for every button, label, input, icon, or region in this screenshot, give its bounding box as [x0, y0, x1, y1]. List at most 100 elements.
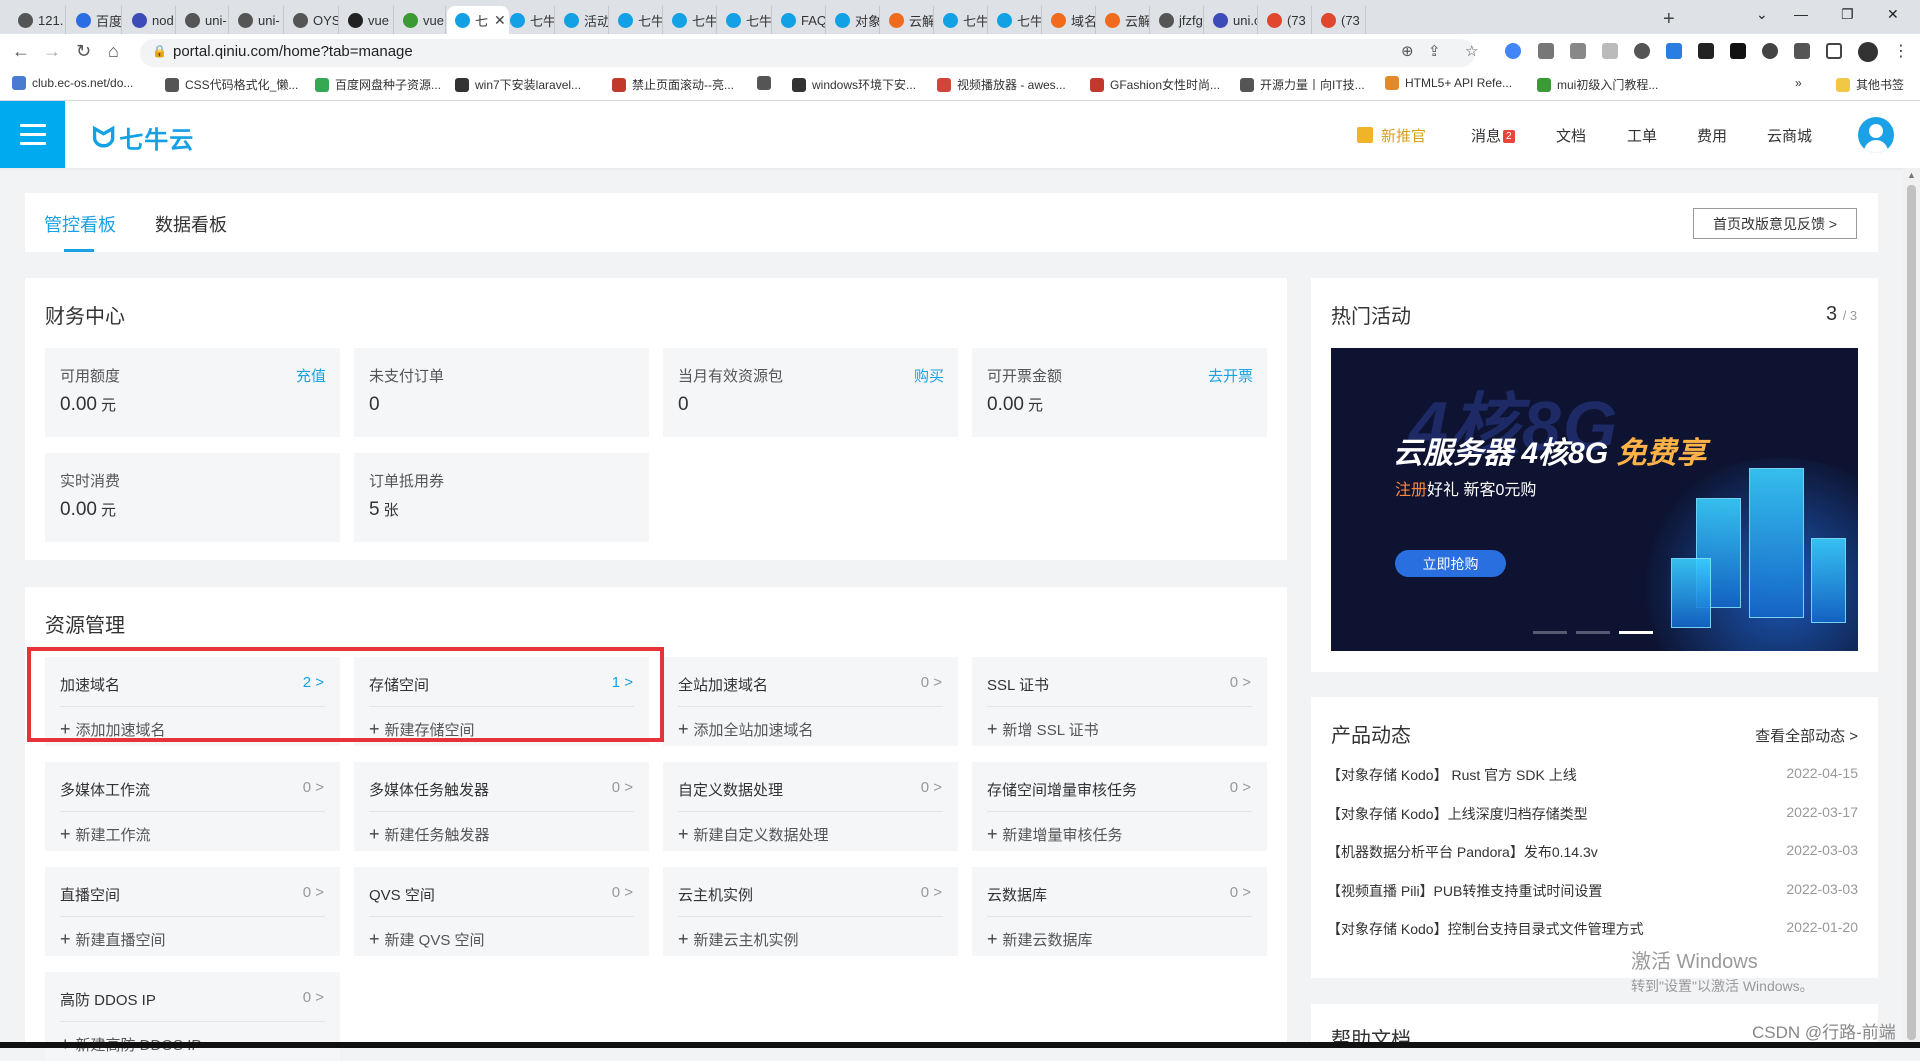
lock-icon[interactable]: 🔒 — [152, 44, 167, 58]
resource-title[interactable]: 多媒体工作流 — [60, 779, 150, 800]
finance-item-link[interactable]: 去开票 — [1208, 365, 1253, 386]
news-item-title[interactable]: 【机器数据分析平台 Pandora】发布0.14.3v — [1327, 842, 1598, 862]
resource-count-link[interactable]: 0 > — [1230, 884, 1251, 901]
browser-tab[interactable]: 七牛 — [989, 6, 1042, 34]
browser-tab[interactable]: 活动 — [556, 6, 609, 34]
profile-icon[interactable] — [1858, 42, 1878, 62]
resource-title[interactable]: 自定义数据处理 — [678, 779, 783, 800]
browser-tab[interactable]: 七牛 — [610, 6, 663, 34]
bookmark-item[interactable]: HTML5+ API Refe... — [1385, 76, 1512, 90]
browser-tab[interactable]: vue — [340, 6, 394, 34]
nav-promoter[interactable]: 新推官 — [1357, 125, 1426, 146]
resource-add-link[interactable]: + 新增 SSL 证书 — [987, 719, 1099, 740]
nav-billing[interactable]: 费用 — [1697, 125, 1727, 146]
browser-tab[interactable]: 121. — [10, 6, 66, 34]
resource-tile[interactable]: 多媒体工作流 0 > + 新建工作流 — [45, 762, 340, 851]
finance-item-link[interactable]: 购买 — [914, 365, 944, 386]
resource-tile[interactable]: 自定义数据处理 0 > + 新建自定义数据处理 — [663, 762, 958, 851]
back-icon[interactable]: ← — [12, 41, 30, 62]
finance-item-link[interactable]: 充值 — [296, 365, 326, 386]
bookmark-item[interactable]: 百度网盘种子资源... — [315, 76, 441, 93]
resource-count-link[interactable]: 0 > — [303, 884, 324, 901]
resource-title[interactable]: 云主机实例 — [678, 884, 753, 905]
resource-tile[interactable]: 存储空间 1 > + 新建存储空间 — [354, 657, 649, 746]
resource-add-link[interactable]: + 新建云主机实例 — [678, 929, 799, 950]
bookmark-item[interactable]: GFashion女性时尚... — [1090, 76, 1220, 93]
resource-title[interactable]: 存储空间 — [369, 674, 429, 695]
tab-search-icon[interactable]: ⌄ — [1756, 6, 1768, 23]
reload-icon[interactable]: ↻ — [76, 41, 91, 62]
resource-add-link[interactable]: + 新建直播空间 — [60, 929, 166, 950]
resource-tile[interactable]: 直播空间 0 > + 新建直播空间 — [45, 867, 340, 956]
browser-tab[interactable]: 百度 — [68, 6, 122, 34]
other-bookmarks[interactable]: 其他书签 — [1836, 76, 1904, 93]
tab-control-dashboard[interactable]: 管控看板 — [44, 211, 116, 237]
news-item[interactable]: 【视频直播 Pili】PUB转推支持重试时间设置 2022-03-03 — [1327, 881, 1858, 903]
news-item-title[interactable]: 【对象存储 Kodo】控制台支持目录式文件管理方式 — [1327, 919, 1644, 939]
resource-count-link[interactable]: 2 > — [303, 674, 324, 691]
zoom-icon[interactable]: ⊕ — [1401, 42, 1414, 60]
resource-tile[interactable]: SSL 证书 0 > + 新增 SSL 证书 — [972, 657, 1267, 746]
browser-tab[interactable]: 七牛 — [502, 6, 555, 34]
address-url[interactable]: portal.qiniu.com/home?tab=manage — [173, 43, 413, 60]
bookmark-item[interactable]: 视频播放器 - awes... — [937, 76, 1066, 93]
resource-add-link[interactable]: + 添加全站加速域名 — [678, 719, 814, 740]
resource-add-link[interactable]: + 添加加速域名 — [60, 719, 166, 740]
new-tab-button[interactable]: + — [1663, 8, 1675, 31]
extension-icon[interactable] — [1698, 43, 1714, 59]
browser-tab[interactable]: uni- — [230, 6, 284, 34]
browser-tab[interactable]: OYS — [285, 6, 339, 34]
resource-tile[interactable]: QVS 空间 0 > + 新建 QVS 空间 — [354, 867, 649, 956]
browser-tab-active[interactable]: 七 ✕ — [447, 6, 509, 34]
browser-tab[interactable]: (73 — [1313, 6, 1366, 34]
carousel-dot-active[interactable] — [1619, 631, 1653, 634]
browser-tab[interactable]: 云解 — [1097, 6, 1150, 34]
scrollbar-thumb[interactable] — [1907, 185, 1916, 1040]
resource-tile[interactable]: 云主机实例 0 > + 新建云主机实例 — [663, 867, 958, 956]
bookmark-item[interactable]: 开源力量丨向IT技... — [1240, 76, 1365, 93]
nav-messages[interactable]: 消息 2 — [1471, 125, 1515, 146]
extension-icon[interactable] — [1762, 43, 1778, 59]
resource-add-link[interactable]: + 新建工作流 — [60, 824, 151, 845]
browser-tab[interactable]: 七牛 — [664, 6, 717, 34]
resource-count-link[interactable]: 0 > — [612, 884, 633, 901]
extensions-puzzle-icon[interactable] — [1794, 43, 1810, 59]
browser-tab[interactable]: uni- — [177, 6, 229, 34]
resource-add-link[interactable]: + 新建增量审核任务 — [987, 824, 1123, 845]
resource-title[interactable]: 加速域名 — [60, 674, 120, 695]
bookmark-item[interactable]: CSS代码格式化_懒... — [165, 76, 298, 93]
home-icon[interactable]: ⌂ — [108, 41, 119, 62]
feedback-button[interactable]: 首页改版意见反馈 > — [1693, 208, 1857, 239]
resource-title[interactable]: 云数据库 — [987, 884, 1047, 905]
resource-add-link[interactable]: + 新建云数据库 — [987, 929, 1093, 950]
resource-title[interactable]: 直播空间 — [60, 884, 120, 905]
promo-banner[interactable]: 4核8G 云服务器 4核8G 免费享 注册好礼 新客0元购 立即抢购 — [1331, 348, 1858, 651]
resource-tile[interactable]: 全站加速域名 0 > + 添加全站加速域名 — [663, 657, 958, 746]
browser-tab[interactable]: 云解 — [881, 6, 934, 34]
close-window-icon[interactable]: ✕ — [1887, 6, 1899, 23]
extension-icon[interactable] — [1602, 43, 1618, 59]
extension-icon[interactable] — [1730, 43, 1746, 59]
bookmarks-more[interactable]: » — [1795, 76, 1802, 90]
extension-icon[interactable] — [1634, 43, 1650, 59]
carousel-dot[interactable] — [1576, 631, 1610, 634]
resource-add-link[interactable]: + 新建 QVS 空间 — [369, 929, 485, 950]
browser-tab[interactable]: FAQ — [773, 6, 826, 34]
extension-icon[interactable] — [1570, 43, 1586, 59]
resource-count-link[interactable]: 0 > — [921, 779, 942, 796]
browser-tab[interactable]: (73 — [1259, 6, 1312, 34]
news-item[interactable]: 【对象存储 Kodo】 Rust 官方 SDK 上线 2022-04-15 — [1327, 765, 1858, 787]
resource-title[interactable]: 存储空间增量审核任务 — [987, 779, 1137, 800]
extension-icon[interactable] — [1666, 43, 1682, 59]
browser-tab[interactable]: uni.c — [1205, 6, 1258, 34]
resource-tile[interactable]: 云数据库 0 > + 新建云数据库 — [972, 867, 1267, 956]
resource-tile[interactable]: 多媒体任务触发器 0 > + 新建任务触发器 — [354, 762, 649, 851]
resource-count-link[interactable]: 0 > — [303, 989, 324, 1006]
resource-add-link[interactable]: + 新建存储空间 — [369, 719, 475, 740]
news-item-title[interactable]: 【对象存储 Kodo】上线深度归档存储类型 — [1327, 804, 1588, 824]
bookmark-item[interactable]: windows环境下安... — [792, 76, 916, 93]
resource-count-link[interactable]: 0 > — [612, 779, 633, 796]
minimize-icon[interactable]: — — [1794, 6, 1808, 22]
resource-count-link[interactable]: 0 > — [303, 779, 324, 796]
scroll-up-icon[interactable]: ▲ — [1907, 170, 1916, 180]
